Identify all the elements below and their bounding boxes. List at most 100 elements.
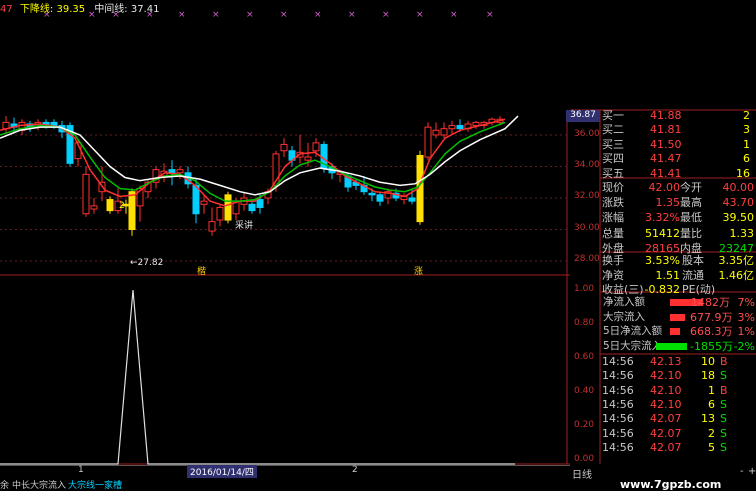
tab-long-block-inflow[interactable]: 中长大宗流入 [12,478,66,491]
candle-body [256,199,264,208]
candle-body [200,200,208,205]
order-book-price: 41.47 [650,152,682,166]
tab-yu[interactable]: 余 [0,478,9,491]
tick-volume: 18 [701,369,715,383]
stat-label: 总量 [602,226,624,240]
candle-body [376,194,384,202]
tick-volume: 2 [708,426,715,440]
order-book-price: 41.50 [650,137,682,151]
zoom-in-button[interactable]: + [748,466,756,477]
tick-side: S [720,412,727,426]
chart-label-caijiang: 采讲 [235,221,254,231]
candle-body [82,173,90,215]
flow-value: 1482万 [691,296,730,309]
fund-value: 1.46亿 [718,268,755,282]
stat-label: 最低 [680,211,702,225]
fund-label: 流通 [682,268,704,282]
flow-percent: 3% [737,310,755,324]
tick-price: 42.13 [650,355,682,368]
fund-value: -0.832 [644,283,680,296]
candle-body [472,121,480,127]
order-book-volume: 3 [743,123,750,137]
date-tick-right: 2 [352,465,358,475]
bottom-bar: 1 2016/01/14/四 2 余 中长大宗流入 大宗线一家槽 [0,465,570,491]
tick-volume: 5 [708,440,715,454]
order-book-volume: 6 [743,152,750,166]
tick-volume: 6 [708,397,715,411]
header-prefix: 47 [0,4,13,15]
flow-percent: 7% [737,296,755,309]
flow-bar [670,313,685,321]
indicator-header: 47 下降线: 39.35 中间线: 37.41 [0,0,570,15]
tick-time: 14:56 [602,369,634,383]
stat-value: 51412 [645,226,680,240]
tick-side: S [720,369,727,383]
tick-time: 14:56 [602,440,634,454]
tick-side: B [720,383,728,397]
indicator-spike-line [0,289,515,465]
candle-body [224,194,232,221]
tab-block-line[interactable]: 大宗线一家槽 [68,478,122,491]
quote-panel: 买一 41.88 2 买二 41.81 3 买三 41.50 1 买四 41.47 6 买五 41.41 1… [570,109,756,465]
tick-price: 42.07 [650,412,682,426]
stat-label: 涨幅 [602,211,624,225]
stat-label: 量比 [680,226,702,240]
candle-body [208,221,216,232]
candle-body [408,197,416,202]
order-book-price: 41.41 [650,166,682,180]
stat-value: 1.33 [729,226,755,240]
flow-bar [656,342,687,350]
fund-value: 3.53% [645,254,680,267]
chart-label-zhang: 涨 [414,267,424,277]
tick-time: 14:56 [602,426,634,440]
flow-label: 净流入额 [603,296,645,308]
tick-price: 42.10 [650,383,682,397]
stat-value: 42.00 [648,181,681,194]
stat-label: 涨跌 [602,196,624,210]
flow-value: -1855万 [690,339,733,353]
tick-price: 42.10 [650,397,682,411]
tick-side: S [720,440,727,454]
flow-percent: 1% [737,325,755,339]
candle-body [216,206,224,221]
stat-value: 39.50 [722,211,755,225]
stat-value: 43.70 [722,196,755,210]
candle-body [90,205,98,210]
tick-price: 42.10 [650,369,682,383]
flow-percent: -2% [733,339,755,353]
candle-body [424,126,432,158]
low-price-marker: ←27.82 [130,258,164,268]
candle-body [304,156,312,161]
order-book-label: 买二 [602,123,624,137]
candle-body [440,128,448,136]
lower-line-label: 下降线: [19,4,54,15]
fund-label: 换手 [602,254,624,267]
candle-body [248,203,256,212]
zoom-out-button[interactable]: - [740,466,744,477]
stat-label: 今开 [680,181,702,194]
watermark: www.7gpzb.com [620,478,722,491]
tick-time: 14:56 [602,383,634,397]
candle-body [432,129,440,136]
order-book-volume: 2 [743,109,750,122]
order-book-price: 41.88 [650,109,682,122]
order-book-volume: 16 [736,166,750,180]
flow-label: 5日净流入额 [603,325,663,338]
order-book-volume: 1 [743,137,750,151]
tick-price: 42.07 [650,440,682,454]
candle-body [106,199,114,212]
tick-time: 14:56 [602,355,634,368]
tick-time: 14:56 [602,412,634,426]
mid-line-value: 37.41 [130,4,160,15]
tick-volume: 13 [701,412,715,426]
order-book-price: 41.81 [650,123,682,137]
period-label[interactable]: 日线 [572,466,592,481]
order-book-label: 买一 [602,109,624,122]
fund-label: 净资 [602,268,624,282]
candle-body [50,121,58,127]
tick-side: S [720,397,727,411]
fund-label: 股本 [682,254,704,267]
candle-body [456,125,464,130]
tick-side: B [720,355,728,368]
candle-body [448,125,456,130]
